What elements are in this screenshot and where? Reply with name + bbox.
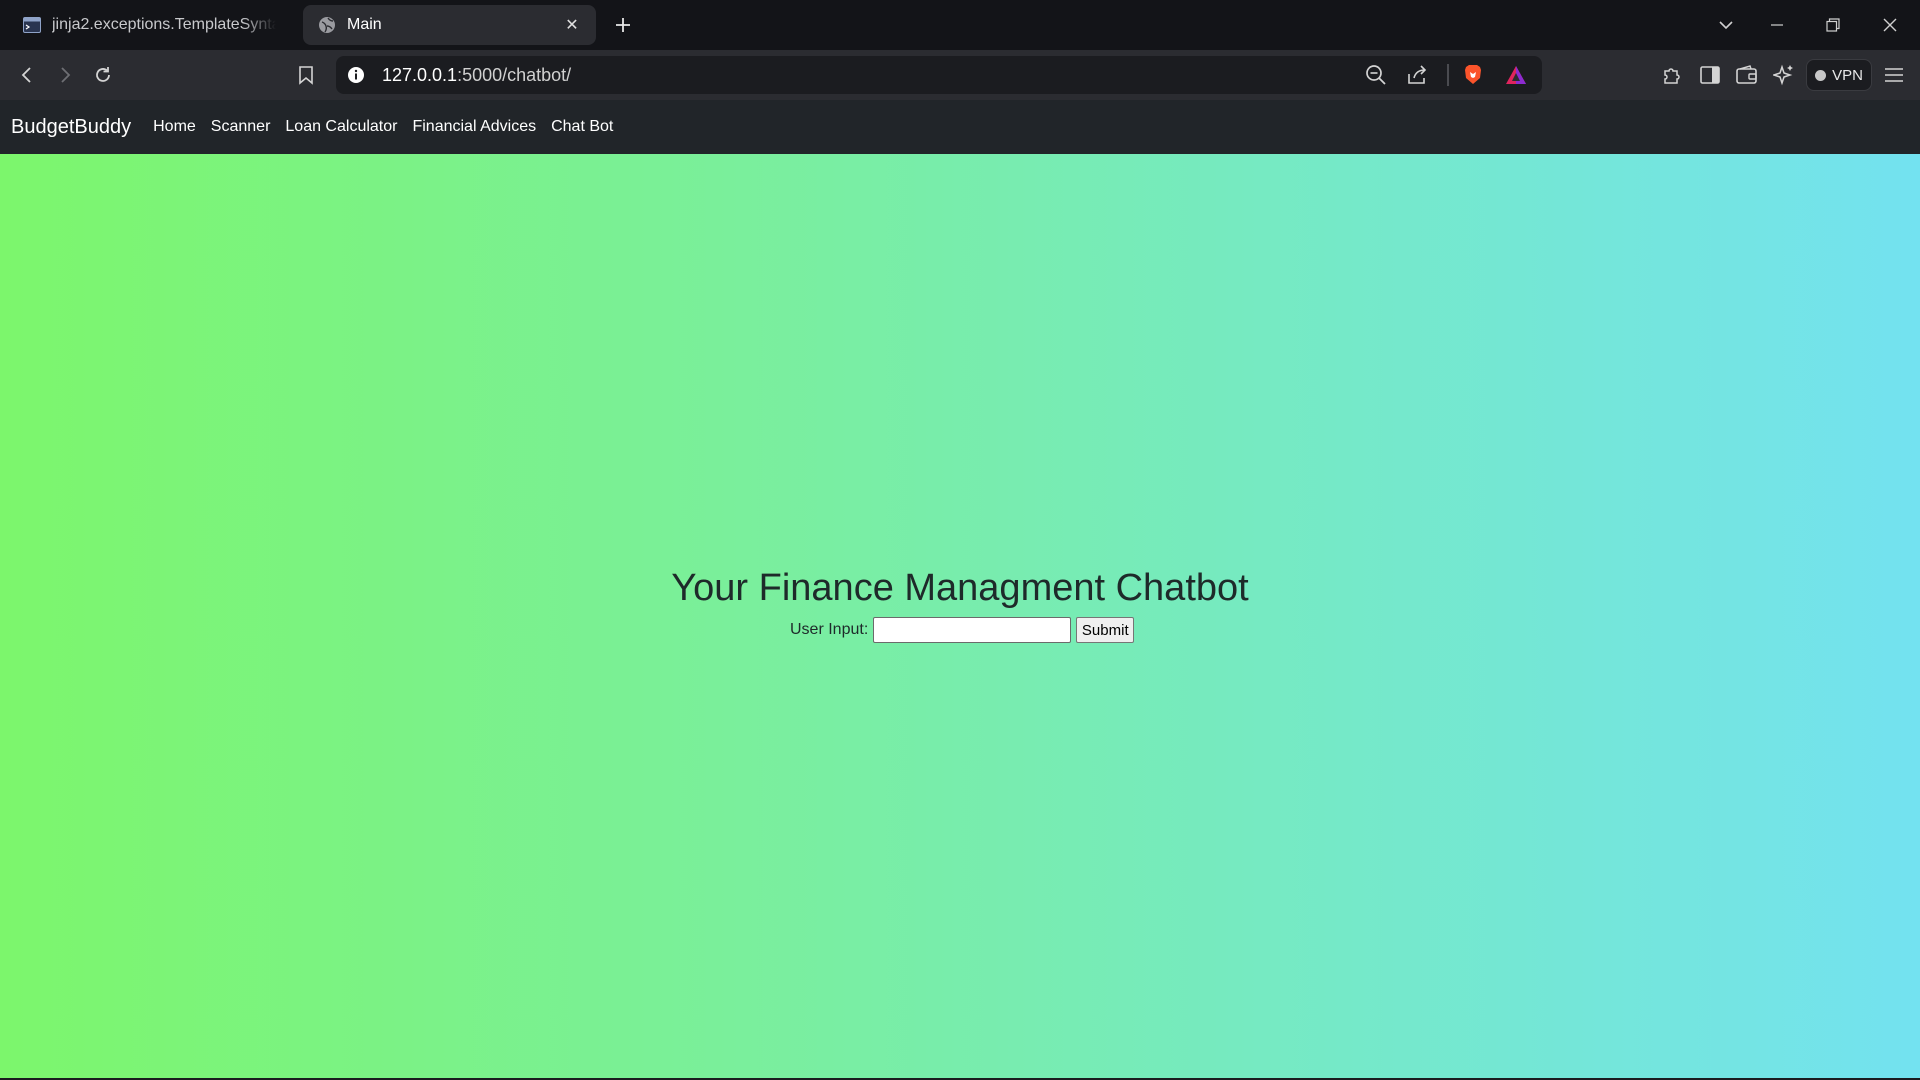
restore-icon[interactable] [1820, 12, 1846, 38]
nav-link-scanner[interactable]: Scanner [211, 118, 271, 136]
vpn-button[interactable]: VPN [1806, 59, 1872, 91]
sidebar-icon[interactable] [1697, 62, 1723, 88]
nav-link-loan-calculator[interactable]: Loan Calculator [285, 118, 397, 136]
terminal-icon [22, 15, 42, 35]
info-icon[interactable] [346, 65, 366, 85]
forward-icon[interactable] [52, 62, 78, 88]
minimize-icon[interactable] [1764, 12, 1790, 38]
brave-rewards-icon[interactable] [1504, 63, 1528, 87]
url-path: :5000/chatbot/ [457, 65, 572, 85]
user-input-field[interactable] [873, 617, 1072, 643]
submit-button[interactable]: Submit [1076, 617, 1135, 643]
nav-link-chat-bot[interactable]: Chat Bot [551, 118, 613, 136]
nav-link-financial-advices[interactable]: Financial Advices [412, 118, 536, 136]
tab-main[interactable]: Main ✕ [303, 5, 596, 45]
reload-icon[interactable] [90, 62, 116, 88]
url-text: 127.0.0.1:5000/chatbot/ [382, 65, 571, 86]
share-icon[interactable] [1405, 63, 1429, 87]
wallet-icon[interactable] [1734, 62, 1760, 88]
brand-link[interactable]: BudgetBuddy [11, 116, 131, 139]
chevron-down-icon[interactable] [1713, 12, 1739, 38]
tab-strip: jinja2.exceptions.TemplateSyntaxError Ma… [0, 0, 1920, 50]
zoom-icon[interactable] [1364, 63, 1388, 87]
site-navbar: BudgetBuddy Home Scanner Loan Calculator… [0, 100, 1920, 154]
tab-title: jinja2.exceptions.TemplateSyntaxError [52, 16, 276, 33]
leo-ai-icon[interactable] [1771, 62, 1797, 88]
separator [1447, 64, 1449, 86]
brave-shields-icon[interactable] [1461, 63, 1485, 87]
address-bar[interactable]: 127.0.0.1:5000/chatbot/ [336, 56, 1542, 94]
bookmark-icon[interactable] [293, 62, 319, 88]
nav-link-home[interactable]: Home [153, 118, 196, 136]
menu-icon[interactable] [1881, 62, 1907, 88]
user-input-label: User Input: [790, 621, 869, 638]
url-host: 127.0.0.1 [382, 65, 458, 85]
globe-icon [317, 15, 337, 35]
chat-form: User Input: Submit [790, 616, 1135, 644]
vpn-label: VPN [1832, 66, 1863, 84]
back-icon[interactable] [14, 62, 40, 88]
page-title: Your Finance Managment Chatbot [671, 567, 1249, 609]
tab-error[interactable]: jinja2.exceptions.TemplateSyntaxError [8, 5, 290, 45]
new-tab-icon[interactable] [610, 12, 636, 38]
close-icon[interactable]: ✕ [562, 15, 582, 35]
tab-title: Main [347, 16, 382, 33]
close-window-icon[interactable] [1877, 12, 1903, 38]
extensions-icon[interactable] [1659, 62, 1685, 88]
vpn-status-icon [1815, 69, 1827, 81]
page-viewport: BudgetBuddy Home Scanner Loan Calculator… [0, 100, 1920, 1078]
browser-toolbar: 127.0.0.1:5000/chatbot/ VPN [0, 50, 1920, 100]
chatbot-section: Your Finance Managment Chatbot User Inpu… [0, 560, 1920, 643]
